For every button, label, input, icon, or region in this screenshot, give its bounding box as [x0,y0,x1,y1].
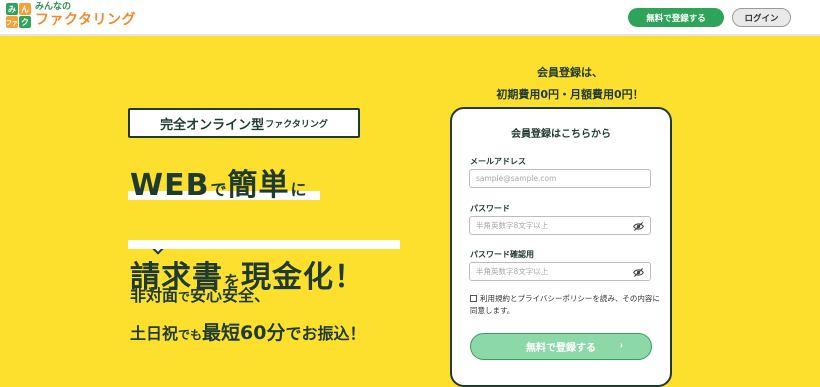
chevron-right-icon: › [619,340,623,351]
headline-line-1: WEB で 簡単 に [130,160,820,204]
password-field-wrapper [469,216,651,235]
login-button[interactable]: ログイン [732,8,791,27]
highlight-underline [128,240,400,249]
headline-particle: に [290,180,307,199]
registration-form: 会員登録はこちらから メールアドレス パスワード パスワード確認用 利用規約とプ… [450,107,672,387]
headline-word: 請求書 [130,260,223,295]
eye-slash-icon[interactable] [633,221,644,232]
password-field[interactable] [470,217,650,234]
headline-word: WEB [130,168,210,203]
agree-text: 利用規約とプライバシーポリシーを読み、その内容に同意します。 [470,294,660,315]
submit-register-button[interactable]: 無料で登録する › [470,333,652,360]
form-title: 会員登録はこちらから [511,129,611,140]
subheading-highlight: 最短60分 [202,322,286,344]
subheading-word: でお振込！ [285,324,366,343]
site-header: み ん ファ ク みんなの ファクタリング 無料で登録する ログイン [0,0,820,36]
subheading-word: 土日祝 [130,324,179,343]
logo[interactable]: み ん ファ ク みんなの ファクタリング [6,2,136,28]
logo-cell: ファ [6,16,18,28]
logo-cell: み [6,3,18,15]
headline-particle: を [224,272,241,291]
subheading-particle: でも [178,328,203,342]
headline-particle: で [210,180,227,199]
promo-line-2: 初期費用0円・月額費用0円！ [496,88,644,101]
logo-cell: ん [19,3,31,15]
register-button[interactable]: 無料で登録する [628,8,724,27]
agree-terms[interactable]: 利用規約とプライバシーポリシーを読み、その内容に同意します。 [470,293,660,317]
headline-word: 現金化！ [241,260,366,295]
logo-cell: ク [19,16,31,28]
agree-checkbox[interactable] [470,295,477,302]
logo-text: みんなの ファクタリング [35,2,136,28]
promo-line-1: 会員登録は、 [537,66,603,79]
tagline-small: ファクタリング [265,119,328,130]
headline-line-2: 請求書 を 現金化！ [130,252,820,296]
headline-word: 簡単 [227,168,290,203]
logo-main: ファクタリング [35,11,136,28]
subheading-line-2: 土日祝 でも 最短60分 でお振込！ [130,318,366,345]
tagline-strong: 完全オンライン型 [160,117,265,133]
submit-label: 無料で登録する [526,343,596,354]
logo-mark: み ん ファ ク [6,3,31,28]
password-label: パスワード [470,204,510,213]
tagline-badge: 完全オンライン型 ファクタリング [128,108,360,255]
